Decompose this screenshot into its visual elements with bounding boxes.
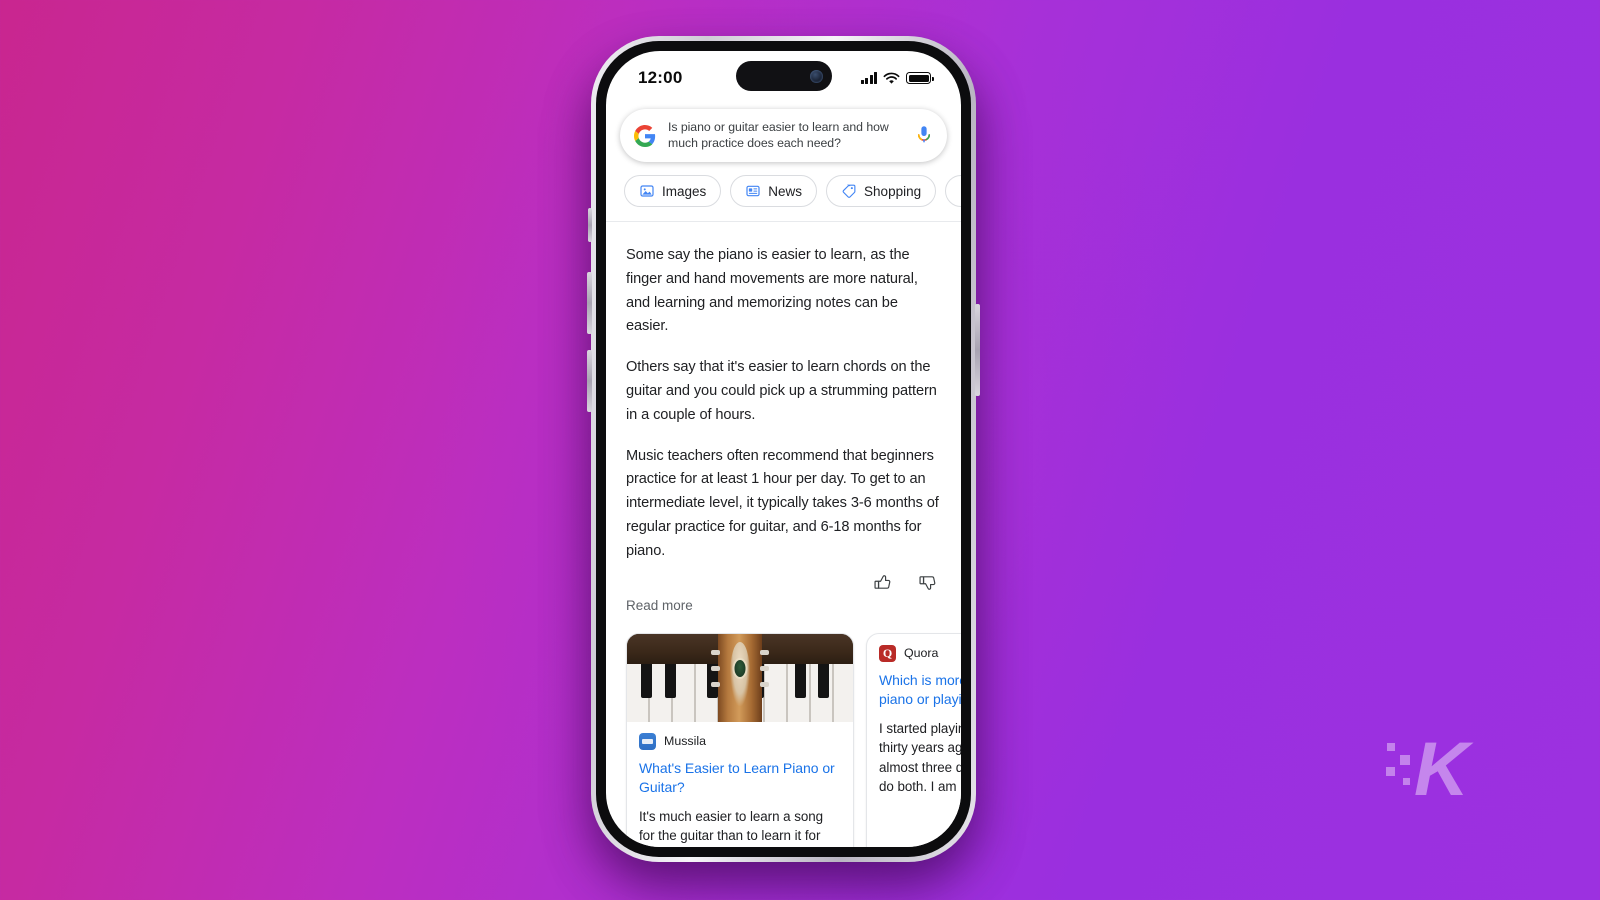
front-camera-icon (809, 69, 823, 83)
video-play-icon (960, 183, 961, 199)
chip-videos[interactable]: Videos (945, 175, 961, 207)
card-snippet: I started playing both instruments thirt… (879, 720, 961, 795)
dynamic-island (735, 61, 832, 91)
card-body: Mussila What's Easier to Learn Piano or … (627, 722, 853, 847)
google-search-bar[interactable]: Is piano or guitar easier to learn and h… (620, 109, 947, 162)
wifi-icon (883, 72, 900, 84)
volume-down-button[interactable] (587, 350, 592, 412)
search-query-text: Is piano or guitar easier to learn and h… (668, 120, 889, 150)
answer-paragraph: Some say the piano is easier to learn, a… (626, 247, 918, 335)
kb-watermark: K (1386, 726, 1482, 812)
source-cards-carousel[interactable]: Mussila What's Easier to Learn Piano or … (606, 613, 961, 847)
feedback-row (606, 564, 961, 592)
signal-bars-icon (860, 72, 877, 84)
thumbs-down-icon[interactable] (918, 573, 937, 592)
filter-chips-row[interactable]: Images News Shopping (606, 162, 961, 221)
power-button[interactable] (975, 304, 980, 396)
price-tag-icon (842, 184, 856, 198)
read-more-link[interactable]: Read more (606, 592, 961, 613)
source-name: Mussila (664, 734, 706, 749)
volume-up-button[interactable] (587, 272, 592, 334)
guitar-headstock-on-piano-keys-image (627, 633, 853, 722)
thumbs-up-icon[interactable] (873, 573, 892, 592)
phone-screen: 12:00 Is piano or guitar easier to learn… (606, 51, 961, 847)
google-g-icon (634, 124, 656, 147)
quora-favicon: Q (879, 644, 896, 662)
source-card-mussila[interactable]: Mussila What's Easier to Learn Piano or … (626, 632, 854, 847)
chip-news[interactable]: News (730, 175, 818, 207)
card-body: Q Quora Which is more difficult, playing… (867, 634, 961, 810)
mussila-favicon (639, 732, 656, 750)
source-row: Mussila (639, 732, 841, 750)
guitar-headstock (711, 633, 769, 722)
image-icon (640, 185, 654, 197)
chip-shopping[interactable]: Shopping (826, 175, 937, 207)
status-bar-indicators (860, 72, 934, 85)
answer-paragraph: Others say that it's easier to learn cho… (626, 359, 937, 423)
watermark-pixel-dot (1387, 743, 1395, 751)
source-row: Q Quora (879, 644, 961, 662)
phone-bezel: 12:00 Is piano or guitar easier to learn… (596, 41, 971, 857)
chip-images[interactable]: Images (624, 175, 722, 207)
card-snippet: It's much easier to learn a song for the… (639, 808, 824, 844)
status-bar-time: 12:00 (638, 68, 683, 87)
iphone-device-frame: 12:00 Is piano or guitar easier to learn… (587, 36, 980, 862)
newspaper-icon (746, 185, 760, 197)
microphone-icon[interactable] (915, 123, 933, 149)
search-bar-container: Is piano or guitar easier to learn and h… (606, 105, 961, 162)
source-name: Quora (904, 646, 939, 661)
watermark-pixel-dot (1400, 755, 1410, 765)
status-bar: 12:00 (606, 51, 961, 105)
watermark-pixel-dot (1386, 767, 1395, 776)
answer-paragraph: Music teachers often recommend that begi… (626, 447, 939, 559)
chip-label: Shopping (864, 183, 922, 199)
ai-answer-body: Some say the piano is easier to learn, a… (606, 222, 961, 564)
source-card-quora[interactable]: Q Quora Which is more difficult, playing… (866, 632, 961, 847)
card-title-link[interactable]: What's Easier to Learn Piano or Guitar? (639, 759, 841, 798)
chip-label: News (768, 183, 803, 199)
watermark-pixel-dot (1403, 778, 1410, 785)
card-title-link[interactable]: Which is more difficult, playing piano o… (879, 671, 961, 710)
battery-full-icon (906, 72, 934, 84)
silence-switch-button[interactable] (588, 208, 592, 242)
chip-label: Images (662, 183, 707, 199)
watermark-letter: K (1414, 727, 1469, 812)
